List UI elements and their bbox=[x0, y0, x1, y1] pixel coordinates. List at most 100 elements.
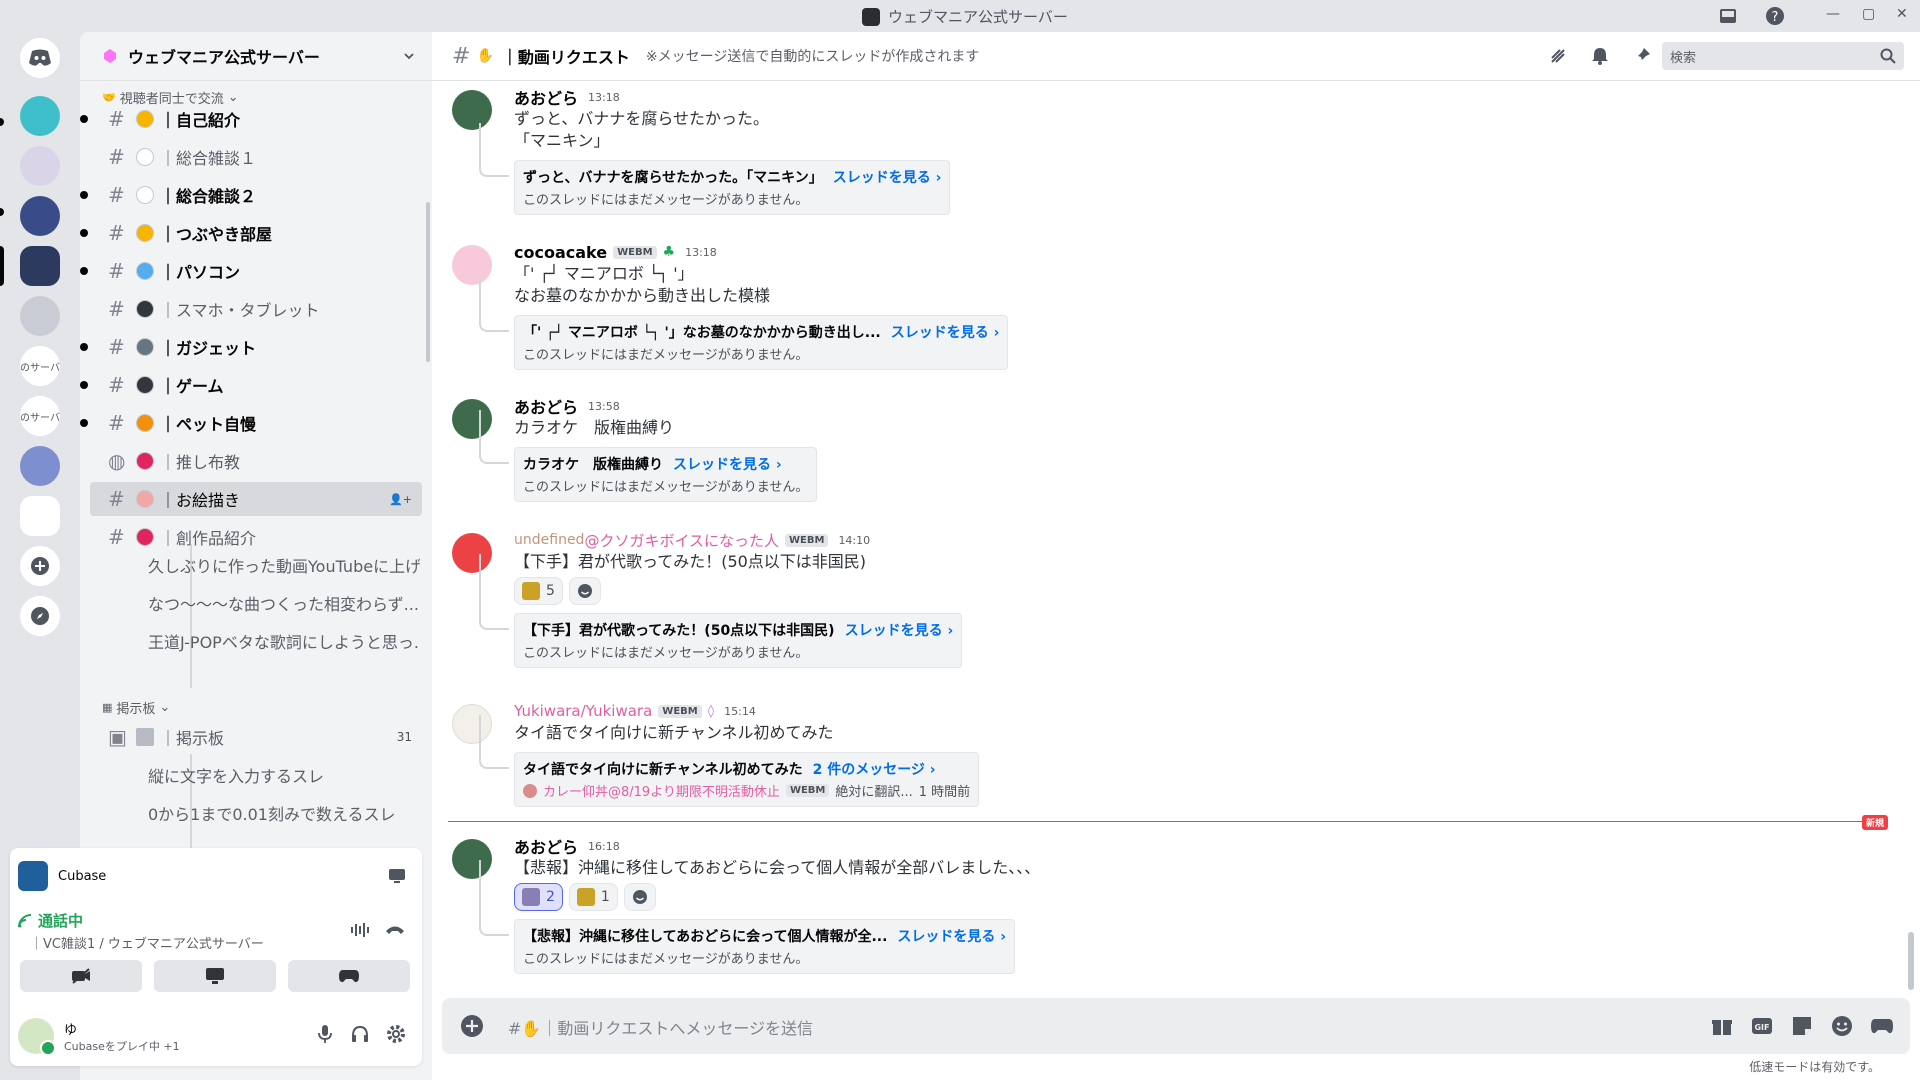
add-reaction-button[interactable] bbox=[623, 883, 656, 911]
direct-messages-button[interactable] bbox=[20, 38, 60, 78]
role-icon: ◊ bbox=[707, 703, 715, 719]
category-header[interactable]: ▦ 掲示板 ⌄ bbox=[102, 698, 170, 717]
message-author[interactable]: undefined bbox=[514, 532, 584, 548]
inbox-icon[interactable] bbox=[1718, 6, 1738, 26]
unread-indicator bbox=[80, 229, 88, 237]
user-account[interactable]: ゆ Cubaseをプレイ中 +1 bbox=[18, 1012, 414, 1060]
bell-icon[interactable] bbox=[1590, 46, 1610, 66]
message-placeholder: ｜動画リクエストへメッセージを送信 bbox=[541, 1019, 814, 1038]
add-reaction-button[interactable] bbox=[568, 577, 601, 605]
thread-preview[interactable]: タイ語でタイ向けに新チャンネル初めてみた 2 件のメッセージ › カレー仰丼@8/… bbox=[479, 715, 980, 807]
server-icon[interactable] bbox=[20, 296, 60, 336]
headphones-icon[interactable] bbox=[350, 1024, 370, 1044]
threads-icon[interactable] bbox=[1548, 46, 1568, 66]
maximize-button[interactable]: ▢ bbox=[1862, 6, 1875, 22]
reaction-button[interactable]: 5 bbox=[514, 577, 563, 605]
view-thread-link[interactable]: スレッドを見る › bbox=[897, 929, 1006, 945]
chat-scrollbar[interactable] bbox=[1908, 932, 1914, 990]
server-icon[interactable]: のサーバ bbox=[20, 396, 60, 436]
server-icon[interactable]: のサーバ bbox=[20, 346, 60, 386]
channel-item[interactable]: ◍ ｜推し布教 bbox=[90, 444, 422, 478]
search-input[interactable]: 検索 bbox=[1662, 42, 1904, 70]
channel-item[interactable]: # ｜自己紹介 bbox=[80, 102, 422, 136]
channel-topic[interactable]: ※メッセージ送信で自動的にスレッドが作成されます bbox=[646, 46, 979, 66]
activity-button[interactable] bbox=[288, 960, 410, 992]
thread-preview[interactable]: カラオケ 版権曲縛り スレッドを見る › このスレッドにはまだメッセージがありませ… bbox=[479, 410, 818, 502]
close-button[interactable]: ✕ bbox=[1896, 6, 1908, 22]
view-thread-link[interactable]: スレッドを見る › bbox=[845, 623, 954, 639]
forum-thread[interactable]: 縦に文字を入力するスレ bbox=[120, 758, 420, 792]
channel-item[interactable]: # ｜総合雑談１ bbox=[90, 140, 422, 174]
channel-item[interactable]: # ｜ガジェット bbox=[80, 330, 422, 364]
message-author[interactable]: あおどら bbox=[514, 834, 578, 858]
explore-button[interactable] bbox=[20, 596, 60, 636]
thread-item[interactable]: なつ〜〜〜な曲つくった相変わらず... bbox=[120, 586, 420, 620]
view-thread-link[interactable]: スレッドを見る › bbox=[673, 457, 782, 473]
server-tag-badge[interactable]: WEBM bbox=[613, 245, 657, 259]
disconnect-icon[interactable] bbox=[384, 922, 406, 936]
server-header[interactable]: ウェブマニア公式サーバー bbox=[80, 32, 432, 81]
thread-preview[interactable]: 【下手】君が代歌ってみた！(50点以下は非国民) スレッドを見る › このスレッド… bbox=[479, 554, 963, 668]
gift-icon[interactable] bbox=[1710, 1014, 1734, 1038]
forum-thread[interactable]: 0から1まで0.01刻みで数えるスレ bbox=[120, 796, 420, 830]
channel-item[interactable]: # ｜創作品紹介 bbox=[90, 520, 422, 554]
slowmode-notice: 低速モードは有効です。 bbox=[1749, 1058, 1880, 1075]
server-tag-badge[interactable]: WEBM bbox=[785, 533, 829, 547]
pin-icon[interactable] bbox=[1632, 46, 1652, 66]
message-timestamp: 15:14 bbox=[724, 704, 756, 718]
server-icon-active[interactable] bbox=[20, 246, 60, 286]
view-thread-link[interactable]: スレッドを見る › bbox=[891, 325, 1000, 341]
attach-plus-icon[interactable] bbox=[460, 1014, 484, 1038]
server-icon[interactable] bbox=[20, 96, 60, 136]
microphone-icon[interactable] bbox=[316, 1024, 334, 1044]
screen-share-icon[interactable] bbox=[388, 867, 406, 885]
noise-suppression-icon[interactable] bbox=[350, 922, 370, 938]
invite-icon[interactable]: 👤+ bbox=[389, 493, 412, 506]
message-text: 【悲報】沖縄に移住してあおどらに会って個人情報が全部バレました、、、 bbox=[514, 858, 1041, 877]
forum-channel[interactable]: ▣ ｜掲示板 31 bbox=[90, 720, 422, 754]
message-author[interactable]: あおどら bbox=[514, 85, 578, 109]
add-server-button[interactable] bbox=[20, 546, 60, 586]
channel-item[interactable]: # ｜つぶやき部屋 bbox=[80, 216, 422, 250]
thread-last-time: 1 時間前 bbox=[918, 785, 971, 800]
view-thread-link[interactable]: スレッドを見る › bbox=[833, 170, 942, 186]
reaction-button[interactable]: 2 bbox=[514, 883, 563, 911]
channel-item[interactable]: # ｜パソコン bbox=[80, 254, 422, 288]
screen-share-button[interactable] bbox=[154, 960, 276, 992]
thread-item[interactable]: 王道J-POPベタな歌詞にしようと思っ... bbox=[120, 624, 420, 658]
message-author-nick[interactable]: @クソガキボイスになった人 bbox=[584, 530, 779, 551]
server-icon[interactable] bbox=[20, 496, 60, 536]
minimize-button[interactable]: — bbox=[1826, 6, 1840, 22]
app-launcher-icon[interactable] bbox=[1870, 1014, 1894, 1038]
thread-preview[interactable]: 「' ┌┘ マニアロボ └┐ '」なお墓のなかかから動き出し... スレッドを見る… bbox=[479, 278, 1009, 370]
camera-button[interactable] bbox=[20, 960, 142, 992]
message-composer[interactable]: #✋｜動画リクエストへメッセージを送信 GIF bbox=[442, 998, 1910, 1054]
settings-gear-icon[interactable] bbox=[386, 1024, 406, 1044]
channel-item[interactable]: # ｜ペット自慢 bbox=[80, 406, 422, 440]
reactions: 5 bbox=[514, 577, 1872, 605]
channel-item[interactable]: # ｜ゲーム bbox=[80, 368, 422, 402]
activity-row[interactable]: Cubase bbox=[18, 856, 414, 896]
message-author[interactable]: あおどら bbox=[514, 394, 578, 418]
server-icon[interactable] bbox=[20, 146, 60, 186]
channel-item[interactable]: # ｜スマホ・タブレット bbox=[90, 292, 422, 326]
hash-icon: # bbox=[108, 297, 125, 321]
view-thread-link[interactable]: 2 件のメッセージ › bbox=[813, 762, 936, 778]
server-icon[interactable] bbox=[20, 196, 60, 236]
reaction-button[interactable]: 1 bbox=[568, 883, 618, 911]
server-tag-badge[interactable]: WEBM bbox=[658, 704, 702, 718]
thread-preview[interactable]: ずっと、バナナを腐らせたかった。「マニキン」 スレッドを見る › このスレッドには… bbox=[479, 123, 951, 215]
help-icon[interactable]: ? bbox=[1765, 6, 1785, 26]
hash-icon: # bbox=[508, 1019, 522, 1038]
thread-preview[interactable]: 【悲報】沖縄に移住してあおどらに会って個人情報が全... スレッドを見る › この… bbox=[479, 860, 1016, 974]
server-icon[interactable] bbox=[20, 446, 60, 486]
message-author[interactable]: Yukiwara/Yukiwara bbox=[514, 702, 652, 720]
channel-item[interactable]: # ｜お絵描き 👤+ bbox=[90, 482, 422, 516]
channel-item[interactable]: # ｜総合雑談２ bbox=[80, 178, 422, 212]
message-input[interactable]: #✋｜動画リクエストへメッセージを送信 bbox=[508, 1015, 813, 1039]
message-author[interactable]: cocoacake bbox=[514, 243, 607, 262]
gif-icon[interactable]: GIF bbox=[1750, 1014, 1774, 1038]
sticker-icon[interactable] bbox=[1790, 1014, 1814, 1038]
emoji-picker-icon[interactable] bbox=[1830, 1014, 1854, 1038]
sidebar-scrollbar[interactable] bbox=[426, 202, 430, 362]
